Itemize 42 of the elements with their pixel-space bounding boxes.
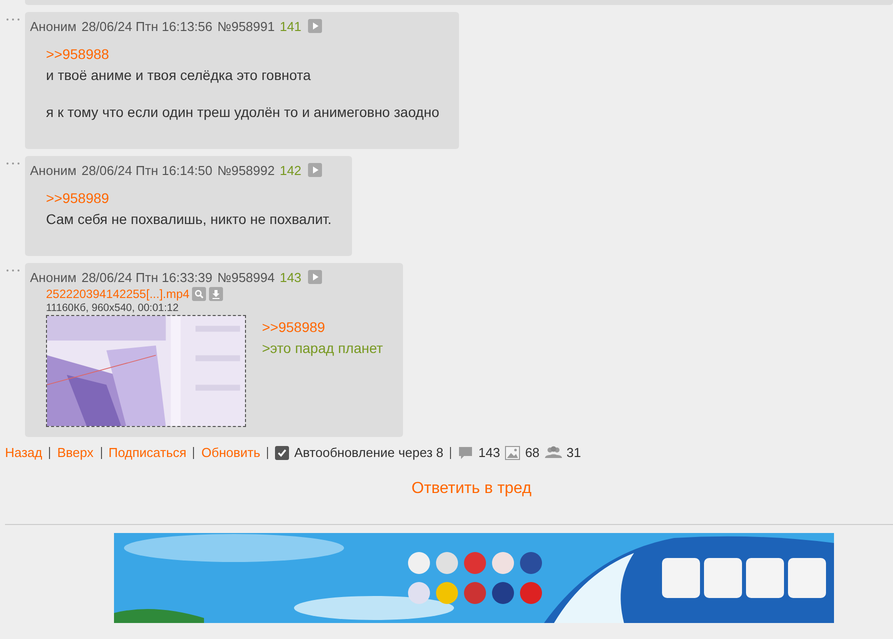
nav-link[interactable]: Обновить [201,445,260,460]
post-menu-icon[interactable] [6,269,20,272]
post-author: Аноним [30,162,76,178]
nav-link[interactable]: Назад [5,445,42,460]
post-date: 28/06/24 Птн 16:13:56 [81,18,212,34]
image-icon [505,446,520,460]
reply-link[interactable]: >>958989 [262,317,326,338]
post-menu-icon[interactable] [6,162,20,165]
post-number[interactable]: №958992 [217,162,275,178]
play-icon[interactable] [308,163,322,177]
post-index: 141 [280,18,302,34]
reply-link[interactable]: >>958988 [46,44,110,65]
nav-link[interactable]: Вверх [57,445,94,460]
play-icon[interactable] [308,19,322,33]
post-number[interactable]: №958994 [217,270,275,284]
file-count: 68 [525,445,540,460]
autoupdate-label: Автообновление через 8 [294,445,444,460]
post-text: я к тому что если один треш удолён то и анимеговно заодно [46,103,440,122]
post-number[interactable]: №958991 [217,18,275,34]
post-index: 143 [280,270,302,284]
poster-count: 31 [566,445,582,460]
post-text: Сам себя не похвалишь, никто не похвалит. [46,210,332,229]
file-name-link[interactable]: 252220394142255[...].mp4 [46,287,190,301]
autoupdate-checkbox[interactable] [275,446,290,460]
post-date: 28/06/24 Птн 16:14:50 [81,162,212,178]
nav-link[interactable]: Подписаться [108,445,186,460]
post-text: и твоё аниме и твоя селёдка это говнота [46,66,311,85]
post-menu-icon[interactable] [6,18,20,21]
comment-icon [458,446,474,460]
reply-to-thread-link[interactable]: Ответить в тред [412,480,532,498]
file-info: 11160Кб, 960x540, 00:01:12 [46,302,180,314]
post-date: 28/06/24 Птн 16:33:39 [81,270,212,284]
post-author: Аноним [30,270,76,284]
reply-link[interactable]: >>958989 [46,188,110,209]
play-icon[interactable] [308,270,322,284]
search-icon[interactable] [192,287,206,301]
users-icon [544,446,562,459]
post-count: 143 [478,445,500,460]
quote-text: >это парад планет [262,339,383,358]
post-author: Аноним [30,18,76,34]
post-index: 142 [280,162,302,178]
download-icon[interactable] [209,287,224,301]
